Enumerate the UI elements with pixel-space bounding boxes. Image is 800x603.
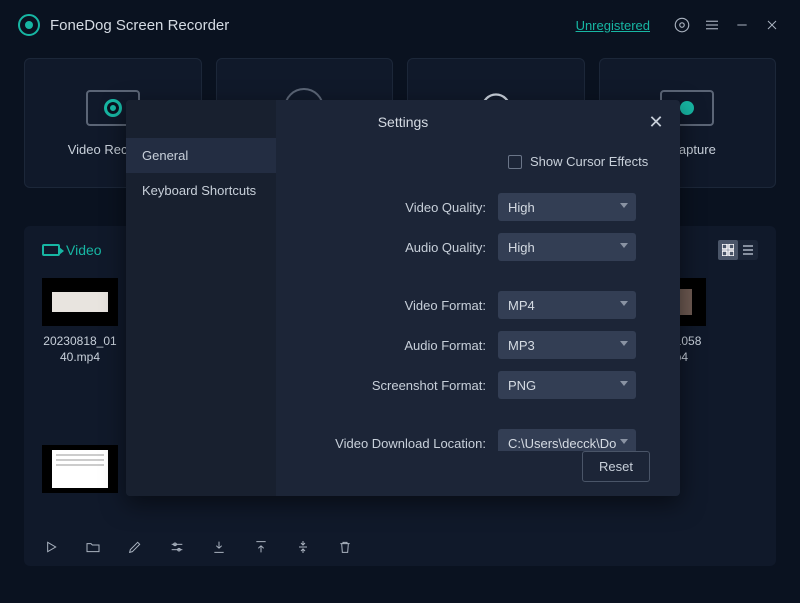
audio-quality-select[interactable]: High bbox=[498, 233, 636, 261]
settings-modal: Settings ✕ General Keyboard Shortcuts Sh… bbox=[126, 100, 680, 496]
screenshot-format-label: Screenshot Format: bbox=[302, 378, 498, 393]
cursor-effects-checkbox[interactable] bbox=[508, 155, 522, 169]
compress-icon[interactable] bbox=[294, 538, 312, 556]
thumbnail-image bbox=[42, 278, 118, 326]
select-value: MP4 bbox=[508, 298, 535, 313]
video-camera-icon bbox=[42, 244, 60, 256]
chevron-down-icon bbox=[620, 301, 628, 306]
video-quality-label: Video Quality: bbox=[302, 200, 498, 215]
screenshot-format-select[interactable]: PNG bbox=[498, 371, 636, 399]
app-title: FoneDog Screen Recorder bbox=[50, 17, 576, 34]
select-value: High bbox=[508, 200, 535, 215]
chevron-down-icon bbox=[620, 381, 628, 386]
video-thumbnail[interactable] bbox=[42, 445, 118, 493]
folder-icon[interactable] bbox=[84, 538, 102, 556]
gear-icon[interactable] bbox=[672, 15, 692, 35]
play-icon[interactable] bbox=[42, 538, 60, 556]
chevron-down-icon bbox=[620, 243, 628, 248]
unregistered-link[interactable]: Unregistered bbox=[576, 18, 650, 33]
trash-icon[interactable] bbox=[336, 538, 354, 556]
audio-format-select[interactable]: MP3 bbox=[498, 331, 636, 359]
sliders-icon[interactable] bbox=[168, 538, 186, 556]
menu-icon[interactable] bbox=[702, 15, 722, 35]
video-quality-select[interactable]: High bbox=[498, 193, 636, 221]
video-format-label: Video Format: bbox=[302, 298, 498, 313]
cursor-effects-label: Show Cursor Effects bbox=[530, 154, 648, 169]
download-icon[interactable] bbox=[210, 538, 228, 556]
video-thumbnail[interactable]: 20230818_0140.mp4 bbox=[42, 278, 118, 365]
minimize-icon[interactable] bbox=[732, 15, 752, 35]
edit-icon[interactable] bbox=[126, 538, 144, 556]
select-value: C:\Users\decck\Do bbox=[508, 436, 616, 451]
chevron-down-icon bbox=[620, 439, 628, 444]
chevron-down-icon bbox=[620, 341, 628, 346]
close-icon[interactable] bbox=[762, 15, 782, 35]
sidebar-item-general[interactable]: General bbox=[126, 138, 276, 173]
sidebar-item-shortcuts[interactable]: Keyboard Shortcuts bbox=[126, 173, 276, 208]
select-value: High bbox=[508, 240, 535, 255]
select-value: MP3 bbox=[508, 338, 535, 353]
audio-quality-label: Audio Quality: bbox=[302, 240, 498, 255]
app-logo bbox=[18, 14, 40, 36]
grid-view-button[interactable] bbox=[718, 240, 738, 260]
list-view-button[interactable] bbox=[738, 240, 758, 260]
tab-label: Video bbox=[66, 242, 102, 258]
close-icon[interactable]: ✕ bbox=[646, 112, 666, 132]
video-format-select[interactable]: MP4 bbox=[498, 291, 636, 319]
audio-format-label: Audio Format: bbox=[302, 338, 498, 353]
select-value: PNG bbox=[508, 378, 536, 393]
chevron-down-icon bbox=[620, 203, 628, 208]
download-location-label: Video Download Location: bbox=[302, 436, 498, 451]
share-icon[interactable] bbox=[252, 538, 270, 556]
download-location-field[interactable]: C:\Users\decck\Do bbox=[498, 429, 636, 451]
thumbnail-image bbox=[42, 445, 118, 493]
tab-video[interactable]: Video bbox=[42, 242, 102, 258]
thumbnail-label: 20230818_0140.mp4 bbox=[43, 334, 116, 365]
reset-button[interactable]: Reset bbox=[582, 451, 650, 482]
